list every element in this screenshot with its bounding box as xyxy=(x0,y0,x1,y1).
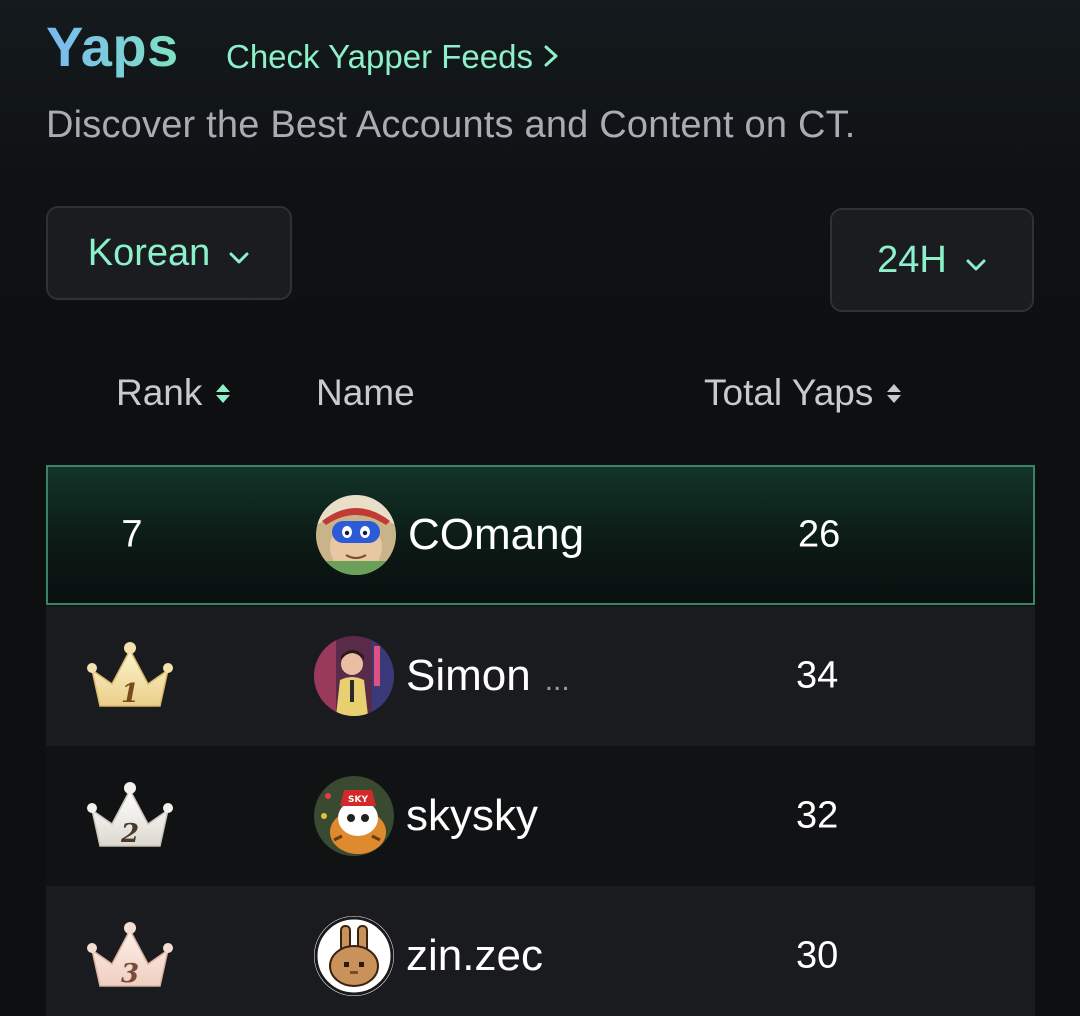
total-yaps-value: 30 xyxy=(796,934,839,977)
page-title: Yaps xyxy=(46,15,179,78)
timeframe-dropdown[interactable]: 24H xyxy=(830,208,1034,312)
avatar xyxy=(314,916,394,996)
table-row-current-user[interactable]: 7 COmang 26 xyxy=(46,465,1035,605)
svg-text:SKY: SKY xyxy=(348,795,368,805)
sort-icon xyxy=(887,383,902,403)
rank-number: 7 xyxy=(121,513,143,556)
user-name: COmang xyxy=(408,510,585,559)
column-header-total-yaps-label: Total Yaps xyxy=(704,372,874,413)
user-name: skysky xyxy=(406,791,538,840)
page-subtitle: Discover the Best Accounts and Content o… xyxy=(46,104,856,146)
total-yaps-value: 34 xyxy=(796,654,839,697)
yaps-page: Yaps Check Yapper Feeds Discover the Bes… xyxy=(0,0,1080,1016)
sort-icon xyxy=(216,383,231,403)
table-row[interactable]: 3 zin.zec 30 xyxy=(46,886,1035,1016)
table-row[interactable]: 1 Simon... 34 xyxy=(46,606,1035,746)
language-dropdown[interactable]: Korean xyxy=(46,206,292,300)
gold-crown-icon: 1 xyxy=(84,640,176,712)
column-header-name-label: Name xyxy=(316,372,415,413)
chevron-right-icon xyxy=(541,38,561,76)
user-name: Simon... xyxy=(406,651,570,700)
timeframe-dropdown-value: 24H xyxy=(877,238,947,281)
bronze-crown-icon: 3 xyxy=(84,920,176,992)
feeds-link-label: Check Yapper Feeds xyxy=(226,38,533,75)
chevron-down-icon xyxy=(228,232,250,275)
table-row[interactable]: 2 SKY skysky 32 xyxy=(46,746,1035,886)
total-yaps-value: 32 xyxy=(796,794,839,837)
column-header-total-yaps[interactable]: Total Yaps xyxy=(704,372,902,414)
avatar xyxy=(314,636,394,716)
column-header-name: Name xyxy=(316,372,415,414)
total-yaps-value: 26 xyxy=(798,513,841,556)
language-dropdown-value: Korean xyxy=(87,231,211,274)
svg-text:3: 3 xyxy=(121,959,139,989)
user-name: zin.zec xyxy=(406,931,543,980)
silver-crown-icon: 2 xyxy=(84,780,176,852)
svg-text:2: 2 xyxy=(120,819,139,849)
avatar: SKY xyxy=(314,776,394,856)
chevron-down-icon xyxy=(965,239,987,282)
avatar xyxy=(316,495,396,575)
column-header-rank[interactable]: Rank xyxy=(116,372,231,414)
check-yapper-feeds-link[interactable]: Check Yapper Feeds xyxy=(226,38,561,76)
svg-text:1: 1 xyxy=(121,679,139,709)
name-truncation: ... xyxy=(544,664,570,697)
column-header-rank-label: Rank xyxy=(116,372,203,413)
